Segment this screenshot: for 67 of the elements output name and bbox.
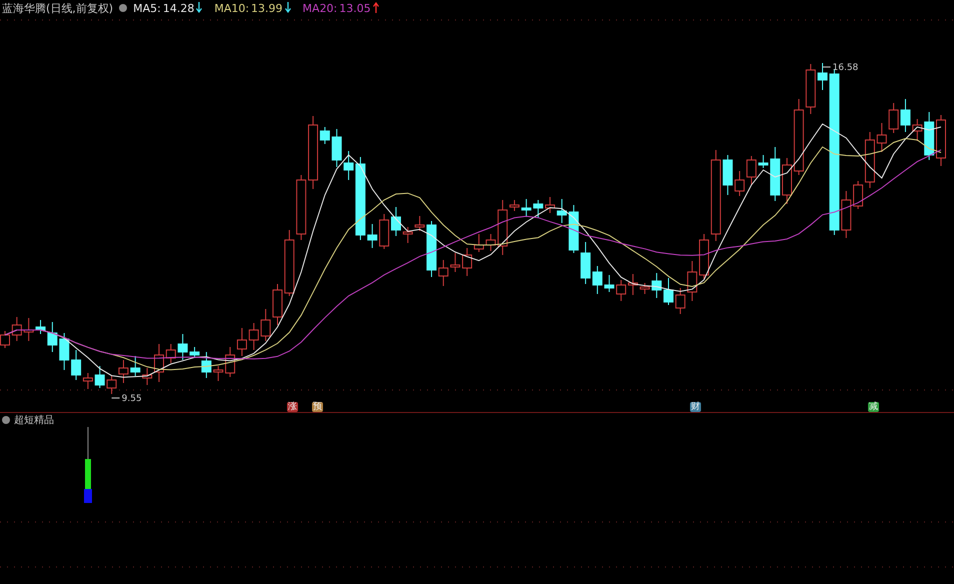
indicator-value: 13.99 <box>251 2 283 14</box>
candlestick <box>59 332 70 370</box>
leader-line <box>822 66 832 68</box>
candlestick <box>675 288 686 314</box>
candlestick <box>734 170 745 196</box>
candlestick <box>296 174 306 240</box>
candlestick <box>568 204 579 254</box>
candlestick <box>687 260 698 302</box>
signal-marker: 涨 <box>287 402 298 412</box>
candlestick <box>260 308 271 342</box>
candlestick <box>213 366 224 382</box>
candlestick <box>379 214 390 250</box>
candlestick <box>521 198 532 218</box>
candlestick <box>912 118 922 142</box>
candlestick <box>367 224 378 248</box>
candlestick <box>94 366 105 388</box>
candlestick <box>12 316 22 342</box>
candlestick <box>402 226 413 244</box>
candlestick <box>450 252 460 272</box>
indicator-label: MA20: <box>302 2 338 14</box>
candlestick <box>876 122 887 152</box>
settings-dot-icon[interactable] <box>2 416 10 424</box>
candlestick <box>664 278 674 306</box>
candlestick <box>236 328 247 356</box>
signal-marker: 预 <box>312 402 323 412</box>
candlestick <box>284 230 294 296</box>
candlestick <box>841 190 852 238</box>
candlestick <box>414 216 425 232</box>
candlestick <box>142 368 152 386</box>
indicator-label: MA10: <box>214 2 250 14</box>
candlestick <box>640 282 650 294</box>
candlestick <box>272 284 282 326</box>
price-label: 9.55 <box>122 394 142 402</box>
candlestick <box>782 158 792 204</box>
indicator-value: 13.05 <box>339 2 371 14</box>
candlestick <box>746 156 756 186</box>
candlestick <box>130 356 140 376</box>
candlestick <box>806 64 816 114</box>
candlestick <box>722 154 733 196</box>
chart-title: 蓝海华腾(日线,前复权) <box>2 0 114 16</box>
candlestick <box>924 112 934 160</box>
candlestick <box>106 376 117 394</box>
candlestick <box>118 360 128 384</box>
candlestick <box>24 318 34 342</box>
candlestick <box>332 128 342 168</box>
candlestick <box>770 146 780 202</box>
candlestick <box>900 98 910 132</box>
signal-marker: 减 <box>868 402 879 412</box>
settings-dot-icon[interactable] <box>119 4 128 12</box>
price-label: 16.58 <box>832 63 858 73</box>
candlestick <box>248 322 259 350</box>
signal-marker: 财 <box>690 402 701 412</box>
candlestick <box>888 102 899 134</box>
candlestick <box>758 154 768 168</box>
candlestick <box>390 206 401 236</box>
candlestick <box>533 200 544 218</box>
candlestick <box>178 334 188 360</box>
panel-title: 超短精品 <box>14 414 54 427</box>
candlestick <box>604 274 614 292</box>
candlestick <box>652 272 662 298</box>
candlestick <box>936 114 946 166</box>
indicator-label: MA5: <box>133 2 161 14</box>
candlestick <box>225 346 236 378</box>
indicator-value: 14.28 <box>162 2 194 14</box>
candlestick <box>486 234 496 252</box>
candlestick <box>628 274 638 296</box>
candlestick <box>616 280 626 302</box>
